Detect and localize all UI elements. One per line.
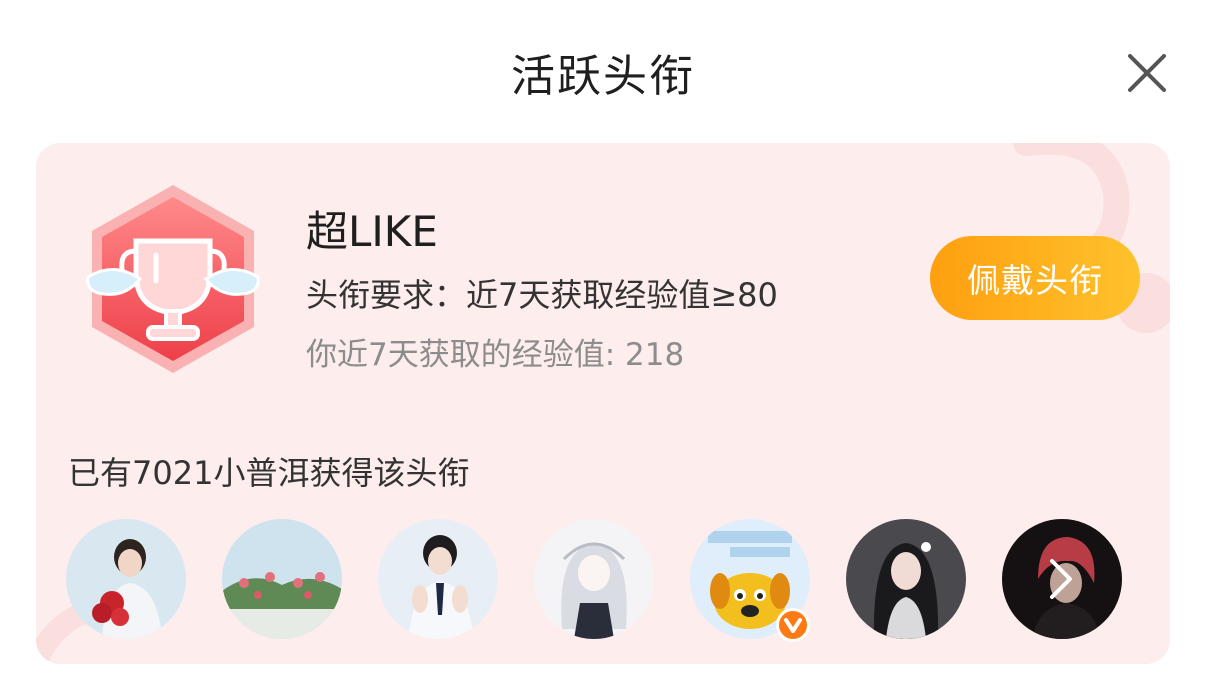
close-icon[interactable] <box>1120 48 1172 96</box>
dialog-title: 活跃头衔 <box>511 51 695 102</box>
avatar-girl-dark[interactable] <box>846 519 966 639</box>
trophy-wings-badge-icon <box>84 181 262 377</box>
verified-v-icon <box>776 608 810 642</box>
title-dialog: 活跃头衔 超LIKE 头衔要求：近7天获取经验值≥80 你近7天获取的经验值: … <box>0 0 1206 699</box>
avatar-boy-hands[interactable] <box>378 519 498 639</box>
avatar-boy-with-flowers[interactable] <box>66 519 186 639</box>
avatar-anime-girl[interactable] <box>534 519 654 639</box>
holders-summary: 已有7021小普洱获得该头衔 <box>68 454 470 492</box>
wear-title-button[interactable]: 佩戴头衔 <box>930 236 1140 320</box>
avatar-flowers-wall[interactable] <box>222 519 342 639</box>
badge-requirement: 头衔要求：近7天获取经验值≥80 <box>306 276 778 314</box>
chevron-right-icon[interactable] <box>1044 557 1076 601</box>
badge-name: 超LIKE <box>306 207 438 256</box>
badge-card: 超LIKE 头衔要求：近7天获取经验值≥80 你近7天获取的经验值: 218 佩… <box>36 143 1170 664</box>
my-experience: 你近7天获取的经验值: 218 <box>306 337 685 373</box>
